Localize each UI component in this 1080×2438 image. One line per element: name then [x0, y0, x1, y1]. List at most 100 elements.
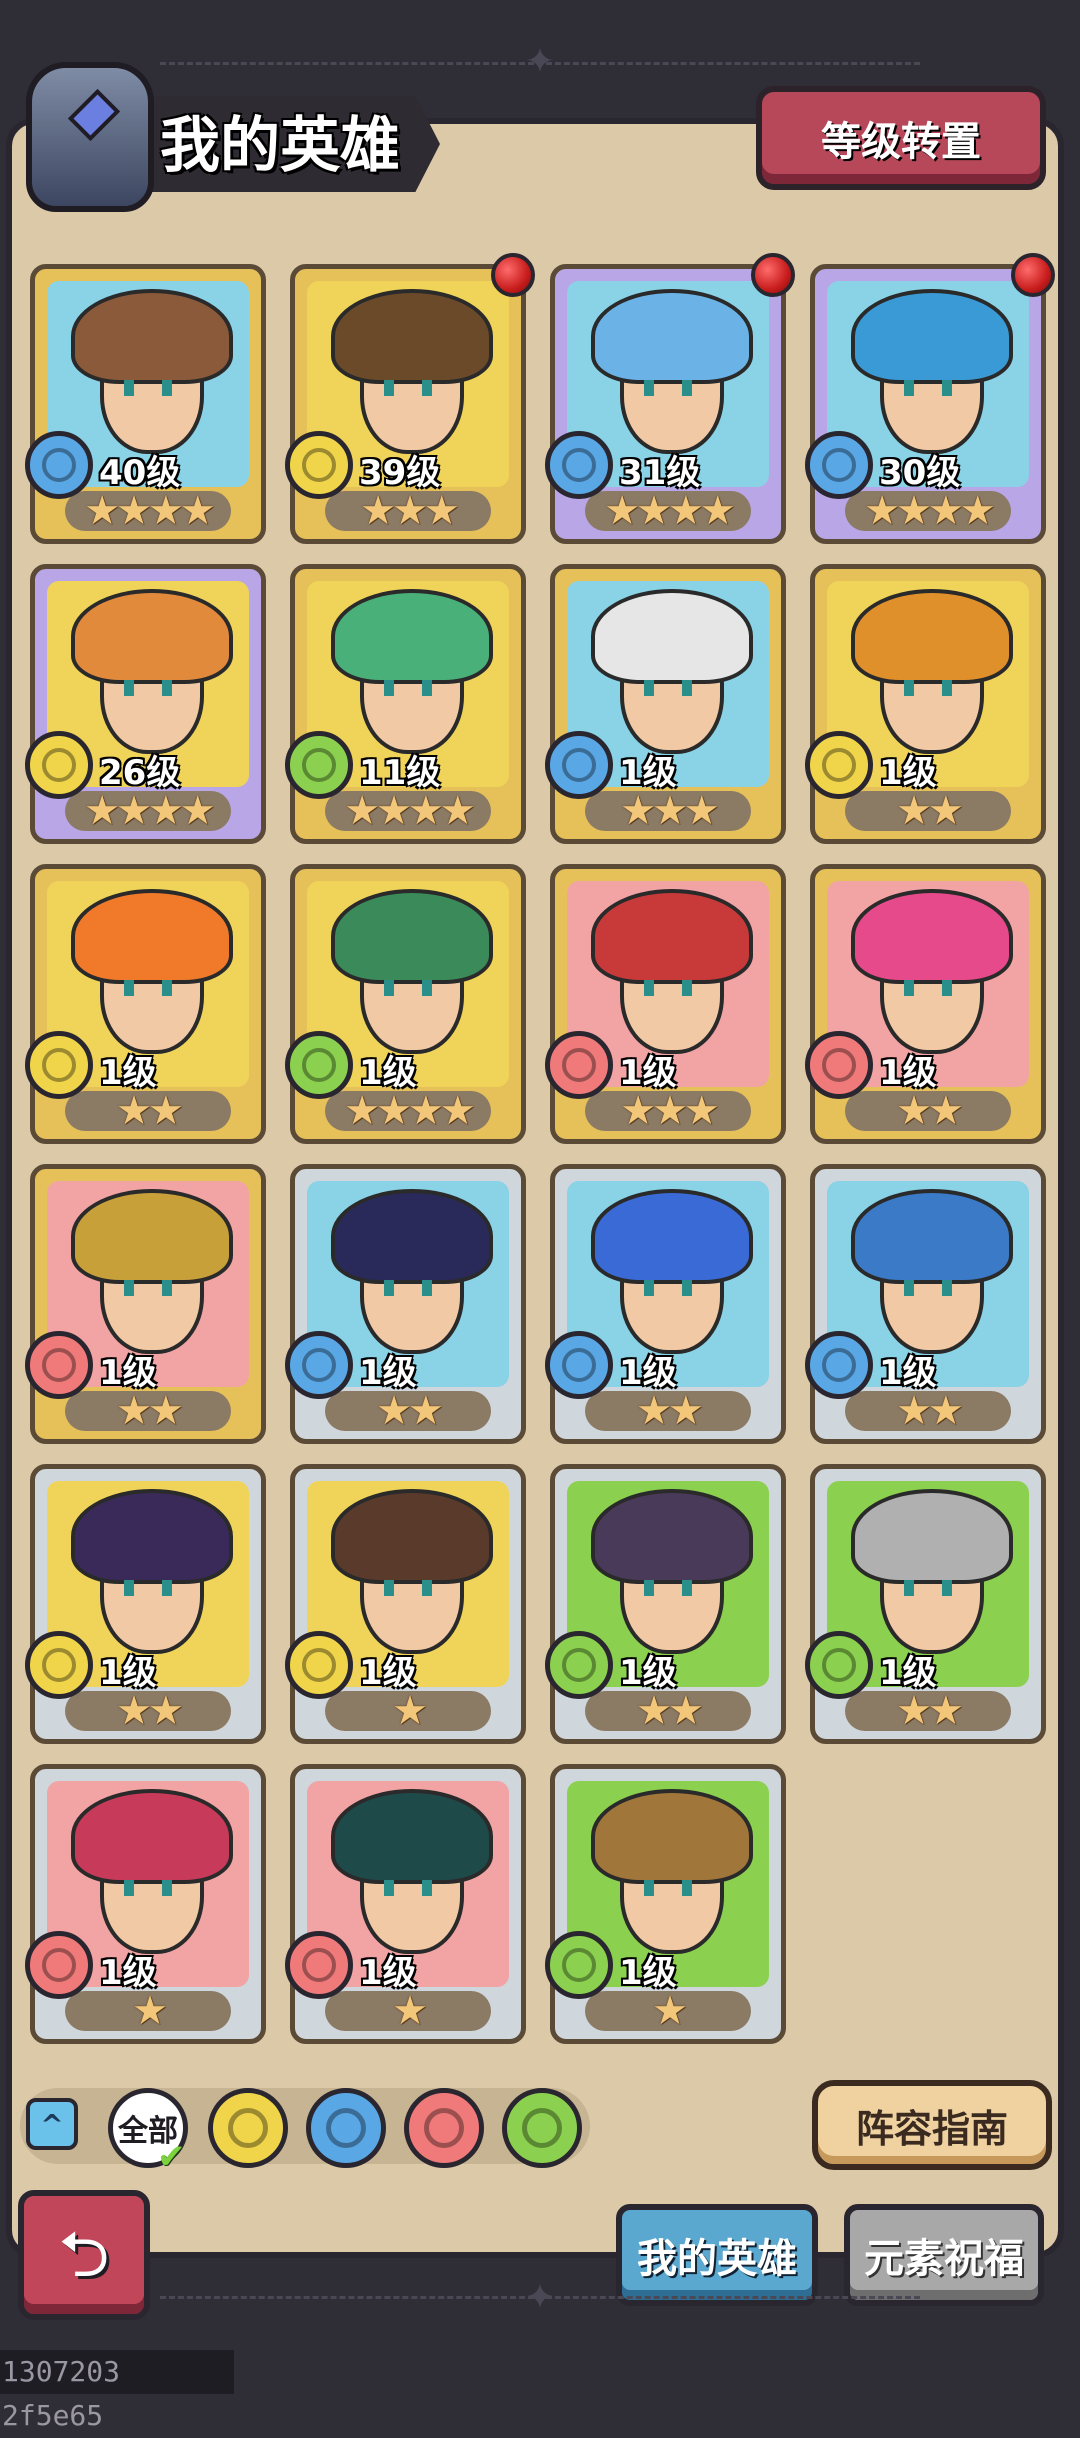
hero-card[interactable]: ★★ 1级 [805, 1464, 1046, 1744]
header-star-ornament: ✦ [524, 41, 556, 82]
element-badge [545, 431, 613, 499]
star-rating-bar: ★★★ [585, 791, 751, 831]
level-transfer-button[interactable]: 等级转置 [756, 86, 1046, 190]
hero-card[interactable]: ★ 1级 [25, 1764, 266, 2044]
level-transfer-label: 等级转置 [821, 119, 981, 165]
star-rating-bar: ★ [65, 1991, 231, 2031]
build-id: 1307203 2f5e65 [0, 2350, 234, 2432]
earth-swirl-icon [42, 1648, 76, 1682]
element-badge [25, 1631, 93, 1699]
hero-level: 1级 [619, 1053, 677, 1093]
star-rating: ★★★ [360, 488, 460, 534]
element-badge [285, 731, 353, 799]
notification-dot-icon [751, 253, 795, 297]
wind-swirl-icon [302, 748, 336, 782]
hero-level: 1级 [619, 1653, 677, 1693]
water-drop-icon [562, 748, 596, 782]
hero-card[interactable]: ★ 1级 [285, 1764, 526, 2044]
hero-hair [851, 1189, 1013, 1284]
star-rating-bar: ★★ [65, 1391, 231, 1431]
hero-card[interactable]: ★★ 1级 [25, 1464, 266, 1744]
filter-all-button[interactable]: 全部 ✔ [108, 2088, 188, 2177]
filter-wind-button[interactable] [502, 2088, 582, 2168]
hero-card[interactable]: ★★ 1级 [545, 1164, 786, 1444]
water-drop-icon [302, 1348, 336, 1382]
chevron-up-icon[interactable]: ^ [26, 2098, 78, 2150]
fire-flame-icon [302, 1948, 336, 1982]
hero-card[interactable]: ★ 1级 [285, 1464, 526, 1744]
hero-eyes [383, 379, 433, 397]
hero-card[interactable]: ★★ 1级 [25, 864, 266, 1144]
hero-hair [851, 289, 1013, 384]
checkmark-icon: ✔ [157, 2137, 186, 2177]
notification-dot-icon [491, 253, 535, 297]
star-rating-bar: ★ [325, 1691, 491, 1731]
star-rating: ★ [132, 1988, 168, 2034]
hero-card[interactable]: ★ 1级 [545, 1764, 786, 2044]
hero-card[interactable]: ★★★ 39级 [285, 253, 535, 544]
hero-eyes [643, 1279, 693, 1297]
tab-element-blessing[interactable]: 元素祝福 [844, 2204, 1044, 2306]
element-badge [805, 731, 873, 799]
hero-level: 1级 [99, 1653, 157, 1693]
hero-card[interactable]: ★★★ 1级 [545, 564, 786, 844]
star-rating: ★★ [376, 1388, 444, 1434]
star-rating: ★★ [896, 1388, 964, 1434]
hero-card[interactable]: ★★★★ 11级 [285, 564, 526, 844]
hero-hair [331, 289, 493, 384]
hero-hair [851, 1489, 1013, 1584]
hero-card[interactable]: ★★★★ 31级 [545, 253, 795, 544]
star-rating: ★★ [896, 1088, 964, 1134]
tab-my-heroes[interactable]: 我的英雄 [616, 2204, 818, 2306]
hero-hair [591, 889, 753, 984]
hero-card[interactable]: ★★★★ 40级 [25, 264, 266, 544]
element-badge [285, 1931, 353, 1999]
earth-swirl-icon [42, 748, 76, 782]
hero-eyes [643, 979, 693, 997]
lineup-guide-button[interactable]: 阵容指南 [812, 2080, 1052, 2170]
star-rating: ★★★ [620, 788, 720, 834]
star-rating-bar: ★★★★ [325, 791, 491, 831]
star-rating-bar: ★★ [65, 1091, 231, 1131]
hero-card[interactable]: ★★ 1级 [285, 1164, 526, 1444]
back-arrow-icon: ⮌ [58, 2218, 110, 2292]
hero-card[interactable]: ★★★★ 26级 [25, 564, 266, 844]
wind-swirl-icon [822, 1648, 856, 1682]
filter-earth-button[interactable] [208, 2088, 288, 2168]
hero-card[interactable]: ★★★★ 1级 [285, 864, 526, 1144]
hero-eyes [123, 1579, 173, 1597]
hero-eyes [383, 1579, 433, 1597]
hero-card[interactable]: ★★ 1级 [25, 1164, 266, 1444]
star-rating: ★★★★ [344, 788, 475, 834]
hero-hair [71, 289, 233, 384]
hero-card[interactable]: ★★★★ 30级 [805, 253, 1055, 544]
star-rating-bar: ★ [585, 1991, 751, 2031]
element-badge [285, 1631, 353, 1699]
hero-card[interactable]: ★★ 1级 [805, 1164, 1046, 1444]
element-badge [545, 731, 613, 799]
helmet-icon [26, 62, 154, 212]
element-badge [25, 731, 93, 799]
hero-hair [591, 589, 753, 684]
hero-hair [591, 1489, 753, 1584]
hero-level: 1级 [619, 1353, 677, 1393]
back-button[interactable]: ⮌ [18, 2190, 150, 2320]
filter-fire-button[interactable] [404, 2088, 484, 2168]
star-rating: ★★ [116, 1388, 184, 1434]
star-rating-bar: ★★★ [325, 491, 491, 531]
hero-level: 1级 [99, 1353, 157, 1393]
hero-level: 1级 [619, 1953, 677, 1993]
fire-flame-icon [562, 1048, 596, 1082]
hero-card[interactable]: ★★ 1级 [545, 1464, 786, 1744]
filter-water-button[interactable] [306, 2088, 386, 2168]
hero-level: 1级 [359, 1953, 417, 1993]
star-rating: ★ [392, 1688, 428, 1734]
hero-card[interactable]: ★★★ 1级 [545, 864, 786, 1144]
element-badge [805, 431, 873, 499]
hero-card[interactable]: ★★ 1级 [805, 864, 1046, 1144]
hero-hair [71, 589, 233, 684]
hero-eyes [643, 1579, 693, 1597]
fire-flame-icon [822, 1048, 856, 1082]
element-badge [285, 1331, 353, 1399]
hero-card[interactable]: ★★ 1级 [805, 564, 1046, 844]
